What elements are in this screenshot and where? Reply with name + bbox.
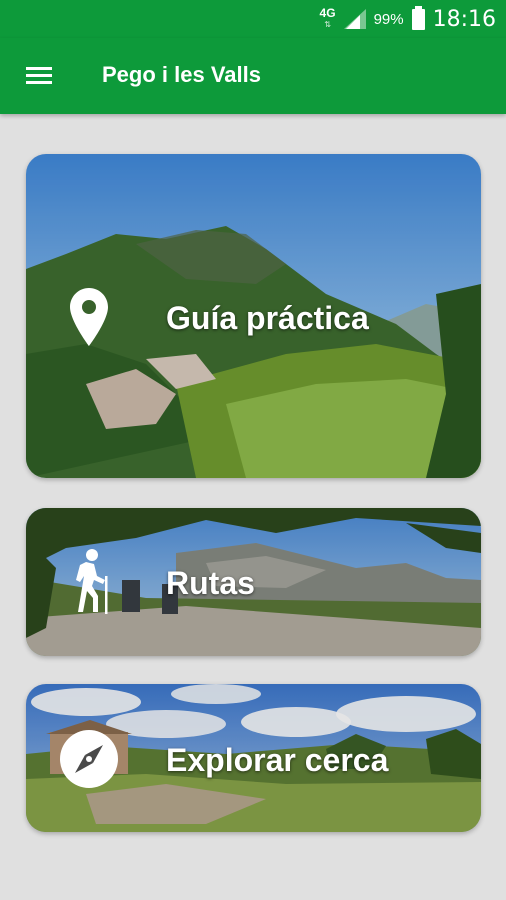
- card-label-explorar-cerca: Explorar cerca: [166, 742, 389, 778]
- hiker-icon: [76, 549, 108, 614]
- status-bar: 4G ⇅ 99% 18:16: [0, 0, 506, 38]
- card-rutas[interactable]: Rutas: [26, 508, 481, 656]
- clock: 18:16: [432, 6, 496, 32]
- hamburger-menu-icon[interactable]: [22, 61, 56, 91]
- card-label-rutas: Rutas: [166, 565, 255, 601]
- compass-icon: [60, 730, 118, 788]
- app-title: Pego i les Valls: [102, 62, 261, 87]
- data-arrows-icon: ⇅: [324, 20, 331, 29]
- network-indicator: 4G ⇅: [319, 6, 336, 30]
- card-guia-practica[interactable]: Guía práctica: [26, 154, 481, 478]
- battery-percentage: 99%: [373, 10, 404, 28]
- network-type: 4G: [319, 6, 336, 20]
- map-pin-icon: [70, 288, 108, 346]
- battery-icon: [411, 5, 425, 30]
- status-icons: 4G ⇅ 99% 18:16: [320, 0, 496, 38]
- card-label-guia-practica: Guía práctica: [166, 300, 369, 336]
- app-bar: Pego i les Valls: [0, 38, 506, 114]
- signal-icon: [343, 9, 366, 29]
- card-explorar-cerca[interactable]: Explorar cerca: [26, 684, 481, 832]
